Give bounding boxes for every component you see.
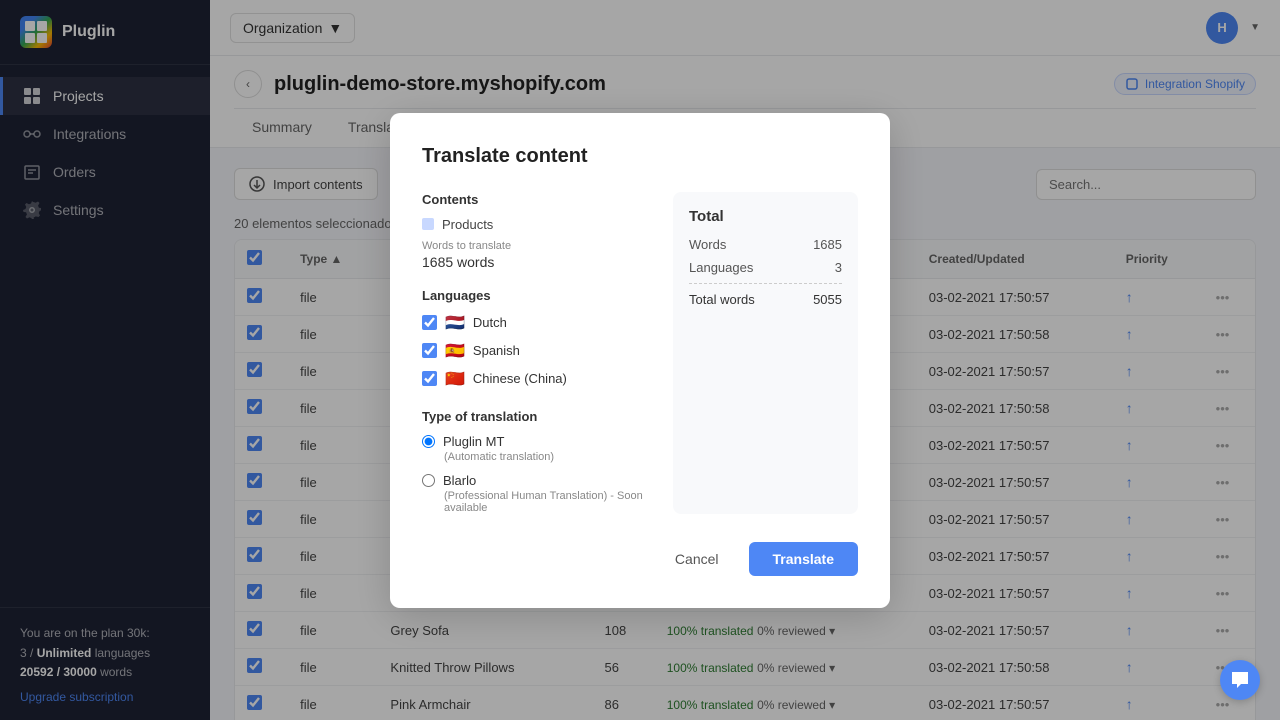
cancel-button[interactable]: Cancel	[657, 542, 737, 576]
translate-content-modal: Translate content Contents Products Word…	[390, 113, 890, 608]
pluglin-mt-desc: (Automatic translation)	[444, 451, 653, 463]
lang-spanish: 🇪🇸 Spanish	[422, 341, 653, 361]
total-box: Total Words 1685 Languages 3 Total words…	[689, 208, 842, 307]
modal-overlay: Translate content Contents Products Word…	[0, 0, 1280, 720]
spanish-checkbox[interactable]	[422, 343, 437, 358]
type-label: Type of translation	[422, 409, 653, 424]
blarlo-option: Blarlo (Professional Human Translation) …	[422, 473, 653, 514]
chat-bubble-button[interactable]	[1220, 660, 1260, 700]
lang-dutch: 🇳🇱 Dutch	[422, 313, 653, 333]
products-color	[422, 218, 434, 230]
total-languages-value: 3	[835, 260, 842, 275]
lang-chinese: 🇨🇳 Chinese (China)	[422, 369, 653, 389]
dutch-label: Dutch	[473, 315, 507, 330]
total-languages-label: Languages	[689, 260, 753, 275]
type-section: Type of translation Pluglin MT (Automati…	[422, 409, 653, 514]
blarlo-radio[interactable]	[422, 474, 435, 487]
chinese-label: Chinese (China)	[473, 371, 567, 386]
languages-label: Languages	[422, 288, 653, 303]
words-count: 1685 words	[422, 254, 653, 270]
modal-total-panel: Total Words 1685 Languages 3 Total words…	[673, 192, 858, 514]
total-words-row: Words 1685	[689, 237, 842, 252]
products-item: Products	[422, 217, 653, 232]
total-sum-row: Total words 5055	[689, 292, 842, 307]
pluglin-mt-label: Pluglin MT	[422, 434, 653, 449]
spanish-label: Spanish	[473, 343, 520, 358]
total-title: Total	[689, 208, 842, 225]
languages-list: 🇳🇱 Dutch 🇪🇸 Spanish 🇨🇳 Chinese (China)	[422, 313, 653, 389]
products-label: Products	[442, 217, 493, 232]
contents-label: Contents	[422, 192, 653, 207]
blarlo-desc: (Professional Human Translation) - Soon …	[444, 490, 653, 514]
total-words-value: 1685	[813, 237, 842, 252]
dutch-checkbox[interactable]	[422, 315, 437, 330]
chinese-flag-icon: 🇨🇳	[445, 369, 465, 389]
chat-icon	[1230, 670, 1250, 690]
blarlo-label: Blarlo	[422, 473, 653, 488]
pluglin-mt-radio[interactable]	[422, 435, 435, 448]
modal-left: Contents Products Words to translate 168…	[422, 192, 653, 514]
pluglin-mt-option: Pluglin MT (Automatic translation)	[422, 434, 653, 463]
modal-title: Translate content	[422, 145, 858, 168]
chinese-checkbox[interactable]	[422, 371, 437, 386]
modal-body: Contents Products Words to translate 168…	[422, 192, 858, 514]
spanish-flag-icon: 🇪🇸	[445, 341, 465, 361]
total-languages-row: Languages 3	[689, 260, 842, 275]
total-sum-label: Total words	[689, 292, 755, 307]
words-to-translate-label: Words to translate	[422, 240, 653, 252]
total-words-label: Words	[689, 237, 726, 252]
dutch-flag-icon: 🇳🇱	[445, 313, 465, 333]
translation-type-group: Pluglin MT (Automatic translation) Blarl…	[422, 434, 653, 514]
modal-footer: Cancel Translate	[422, 542, 858, 576]
translate-button[interactable]: Translate	[749, 542, 858, 576]
total-divider	[689, 283, 842, 284]
total-sum-value: 5055	[813, 292, 842, 307]
